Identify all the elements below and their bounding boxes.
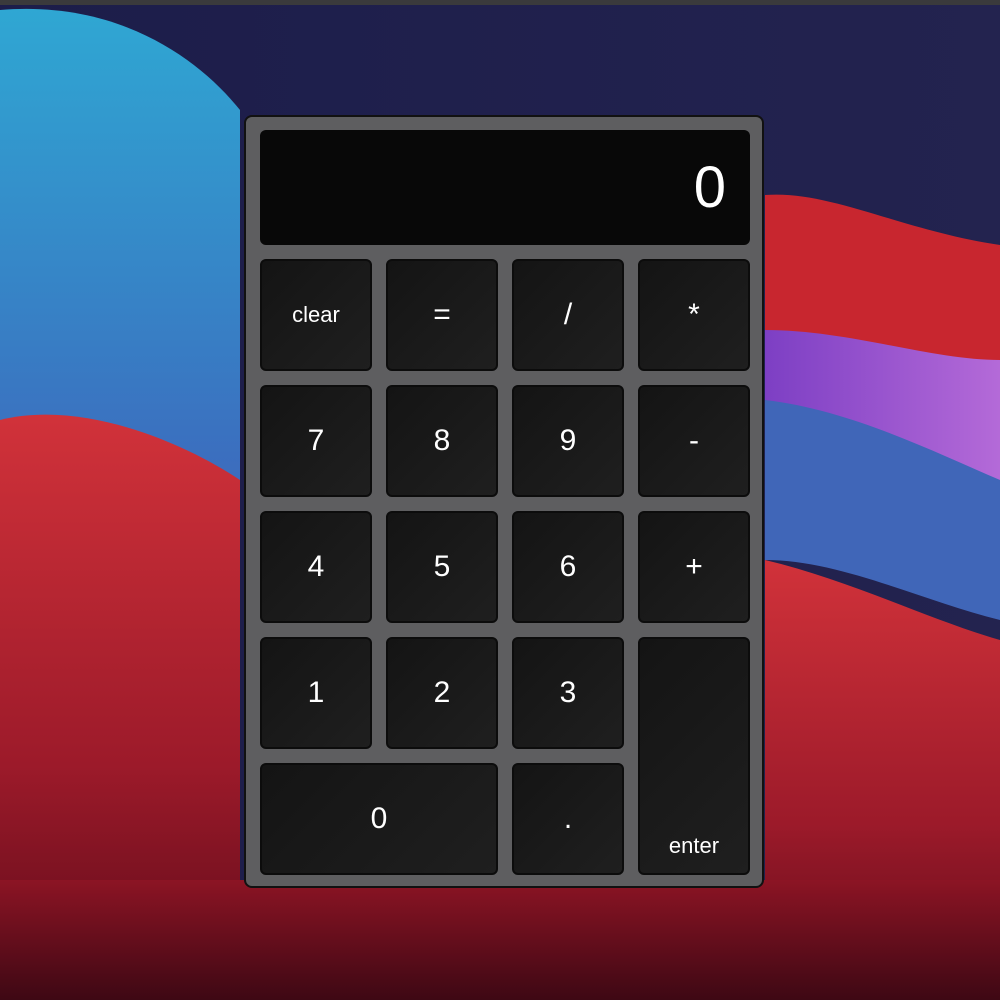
minus-button[interactable]: -: [638, 385, 750, 497]
six-button[interactable]: 6: [512, 511, 624, 623]
calculator-display: 0: [260, 130, 750, 245]
plus-button[interactable]: +: [638, 511, 750, 623]
zero-button[interactable]: 0: [260, 763, 498, 875]
multiply-button[interactable]: *: [638, 259, 750, 371]
eight-button[interactable]: 8: [386, 385, 498, 497]
window-top-bar: [0, 0, 1000, 5]
clear-button[interactable]: clear: [260, 259, 372, 371]
divide-button[interactable]: /: [512, 259, 624, 371]
enter-button[interactable]: enter: [638, 637, 750, 875]
four-button[interactable]: 4: [260, 511, 372, 623]
one-button[interactable]: 1: [260, 637, 372, 749]
seven-button[interactable]: 7: [260, 385, 372, 497]
equals-button[interactable]: =: [386, 259, 498, 371]
decimal-button[interactable]: .: [512, 763, 624, 875]
three-button[interactable]: 3: [512, 637, 624, 749]
nine-button[interactable]: 9: [512, 385, 624, 497]
calculator: 0 clear = / * 7 8 9 - 4 5 6 + 1 2 3 ente…: [244, 115, 764, 888]
two-button[interactable]: 2: [386, 637, 498, 749]
five-button[interactable]: 5: [386, 511, 498, 623]
